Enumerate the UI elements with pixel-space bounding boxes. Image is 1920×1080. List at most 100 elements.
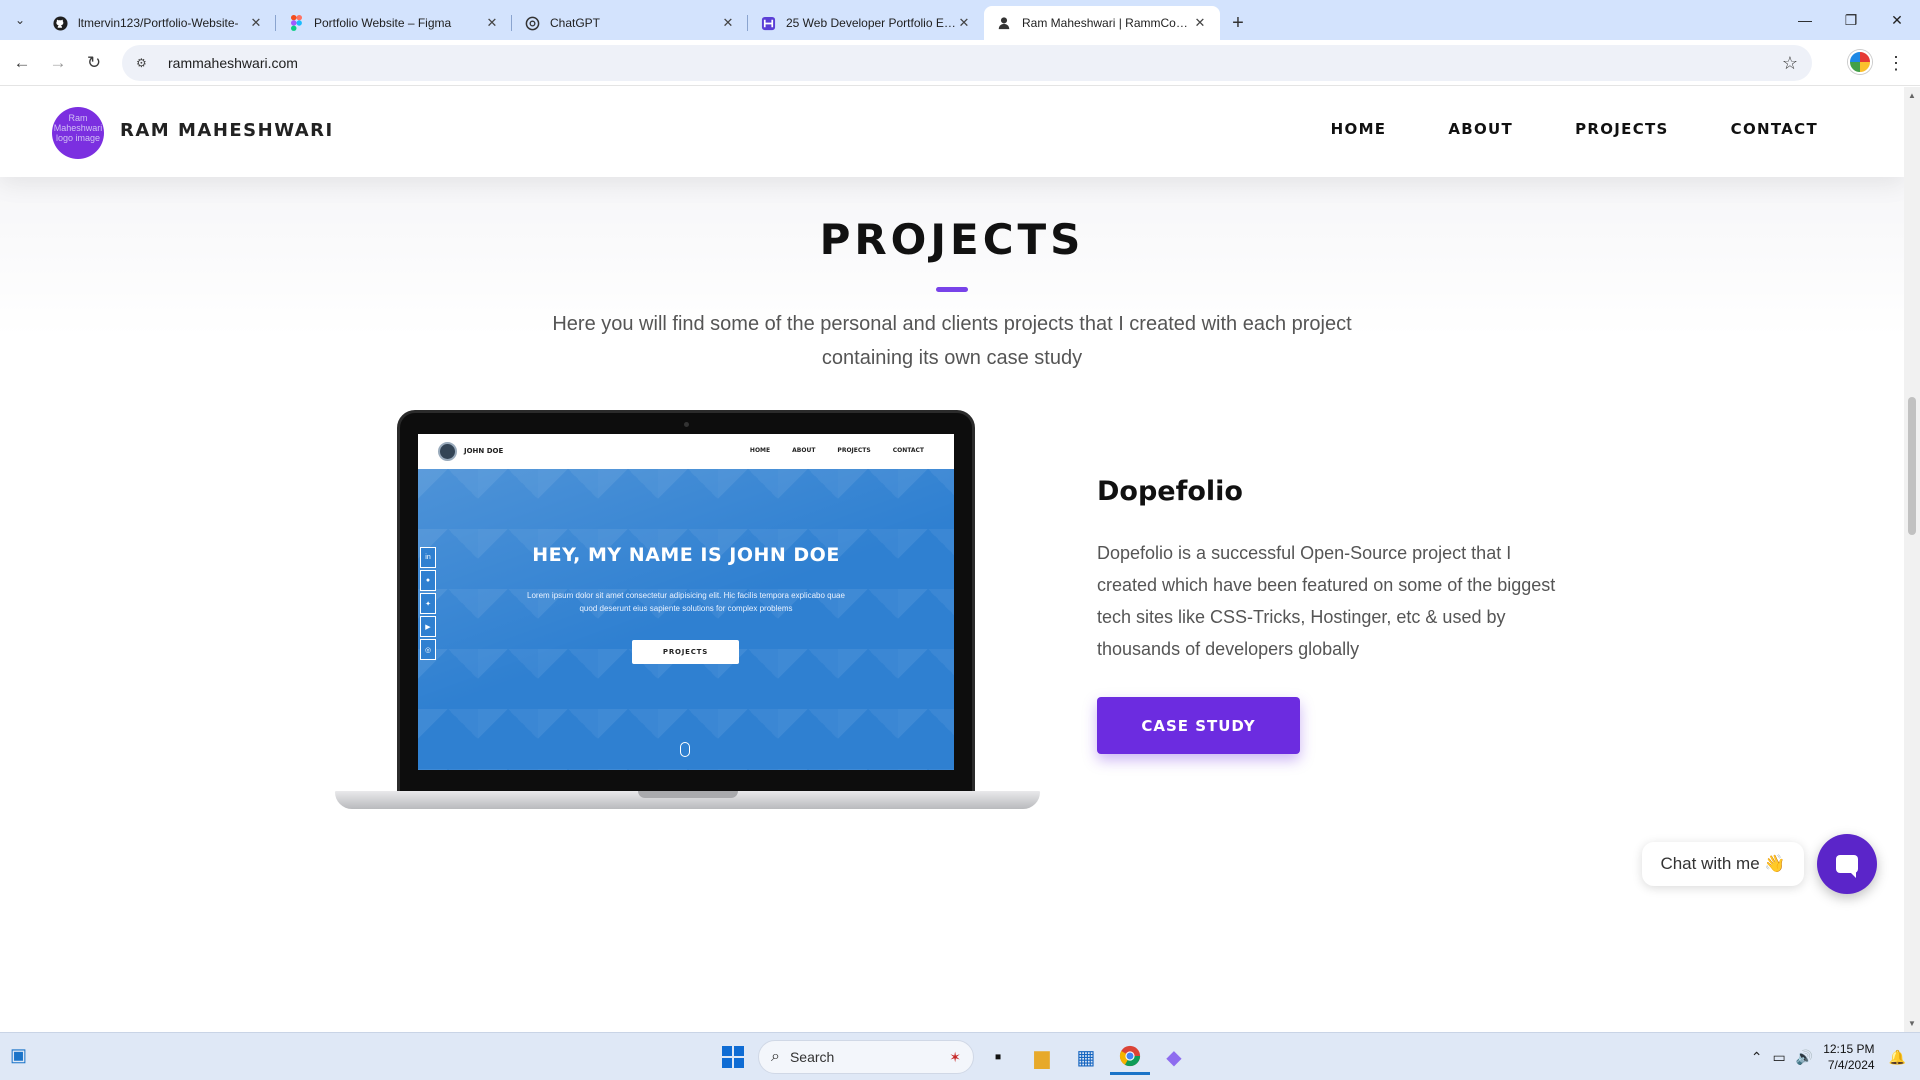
browser-tab-bar: ⌄ ltmervin123/Portfolio-Website- ✕ Portf… [0,0,1920,40]
mockup-name: JOHN DOE [464,447,504,455]
forward-arrow-icon[interactable]: → [40,45,76,81]
mockup-header: JOHN DOE HOME ABOUT PROJECTS CONTACT [418,434,954,469]
case-study-button[interactable]: CASE STUDY [1097,697,1300,754]
github-icon: ● [420,570,436,591]
laptop-notch [638,791,738,798]
browser-tab-portfolio-examples[interactable]: 25 Web Developer Portfolio Exa ✕ [748,6,984,40]
site-header: Ram Maheshwari logo image RAM MAHESHWARI… [0,87,1904,177]
widgets-icon[interactable]: ▣ [10,1045,34,1069]
windows-start-icon[interactable] [722,1046,744,1068]
scroll-up-arrow-icon[interactable]: ▲ [1908,91,1916,100]
taskbar-search[interactable]: ⌕ Search ✶ [758,1040,974,1074]
search-icon: ⌕ [771,1048,780,1065]
mockup-nav-item: ABOUT [792,447,816,454]
url-text[interactable]: rammaheshwari.com [168,55,1782,71]
system-tray: ⌃ ▭ 🔊 12:15 PM 7/4/2024 🔔 [1751,1033,1920,1080]
close-icon[interactable]: ✕ [956,15,972,31]
mockup-hero-title: HEY, MY NAME IS JOHN DOE [532,544,840,566]
browser-tab-github[interactable]: ltmervin123/Portfolio-Website- ✕ [40,6,276,40]
address-bar[interactable]: ⚙ rammaheshwari.com ☆ [122,45,1812,81]
nav-projects[interactable]: PROJECTS [1575,120,1669,138]
profile-avatar-icon[interactable] [1848,50,1872,74]
reload-icon[interactable]: ↻ [76,45,112,81]
back-arrow-icon[interactable]: ← [4,45,40,81]
mockup-projects-button: PROJECTS [632,640,739,664]
app-diamond-icon[interactable]: ◆ [1154,1039,1194,1075]
tab-title: ChatGPT [550,16,601,30]
tab-title: ltmervin123/Portfolio-Website- [78,16,239,30]
figma-icon [288,15,304,31]
twitter-icon: ✦ [420,593,436,614]
page-scrollbar[interactable]: ▲ ▼ [1904,87,1920,1032]
window-controls: — ❐ ✕ [1782,0,1920,40]
section-title-underline [936,287,968,292]
mouse-scroll-icon [680,742,690,757]
chatgpt-icon [524,15,540,31]
chat-with-me-bubble[interactable]: Chat with me 👋 [1642,842,1804,886]
github-icon [52,15,68,31]
file-explorer-icon[interactable]: ▆ [1022,1039,1062,1075]
tab-title: 25 Web Developer Portfolio Exa [786,16,956,30]
project-title: Dopefolio [1097,476,1243,507]
network-icon[interactable]: ▭ [1773,1049,1786,1066]
youtube-icon: ▶ [420,616,436,637]
clock[interactable]: 12:15 PM 7/4/2024 [1823,1041,1874,1073]
browser-toolbar: ← → ↻ ⚙ rammaheshwari.com ☆ ⋮ [0,40,1920,86]
mockup-nav-item: PROJECTS [837,447,871,454]
avatar-icon [996,15,1012,31]
minimize-icon[interactable]: — [1782,0,1828,40]
close-icon[interactable]: ✕ [1192,15,1208,31]
logo-image[interactable]: Ram Maheshwari logo image [52,107,104,159]
browser-tab-figma[interactable]: Portfolio Website – Figma ✕ [276,6,512,40]
browser-tab-chatgpt[interactable]: ChatGPT ✕ [512,6,748,40]
mockup-nav-item: CONTACT [892,447,924,454]
mockup-avatar [438,442,457,461]
mockup-nav: HOME ABOUT PROJECTS CONTACT [728,447,924,454]
section-subtitle: Here you will find some of the personal … [552,313,1352,369]
browser-tab-active[interactable]: Ram Maheshwari | RammCodes ✕ [984,6,1220,40]
site-settings-icon[interactable]: ⚙ [136,56,154,70]
scrollbar-thumb[interactable] [1908,397,1916,535]
notification-bell-icon[interactable]: 🔔 [1889,1049,1906,1066]
search-highlight-icon: ✶ [949,1048,961,1065]
web-page: Ram Maheshwari logo image RAM MAHESHWARI… [0,87,1904,1032]
more-menu-icon[interactable]: ⋮ [1886,48,1906,78]
mockup-nav-item: HOME [749,447,771,454]
screen-pattern [418,469,954,770]
instagram-icon: ◎ [420,639,436,660]
volume-icon[interactable]: 🔊 [1796,1049,1813,1066]
mockup-hero-text: Lorem ipsum dolor sit amet consectetur a… [527,591,845,613]
tab-title: Ram Maheshwari | RammCodes [1022,16,1192,30]
bookmark-star-icon[interactable]: ☆ [1782,53,1798,74]
section-title: PROJECTS [819,215,1085,264]
microsoft-store-icon[interactable]: ▦ [1066,1039,1106,1075]
nav-about[interactable]: ABOUT [1448,120,1513,138]
task-view-icon[interactable]: ▪ [978,1039,1018,1075]
project-description: Dopefolio is a successful Open-Source pr… [1097,543,1556,659]
laptop-camera [684,422,689,427]
taskbar-apps: ⌕ Search ✶ ▪ ▆ ▦ ◆ [722,1039,1194,1075]
nav-home[interactable]: HOME [1331,120,1387,138]
restore-icon[interactable]: ❐ [1828,0,1874,40]
close-icon[interactable]: ✕ [720,15,736,31]
logo-text[interactable]: RAM MAHESHWARI [120,120,334,141]
chat-launcher-button[interactable] [1817,834,1877,894]
tab-search-chevron-icon[interactable]: ⌄ [0,0,40,40]
scroll-down-arrow-icon[interactable]: ▼ [1908,1019,1916,1028]
chrome-icon[interactable] [1110,1039,1150,1075]
chat-icon [1836,855,1858,878]
nav-contact[interactable]: CONTACT [1731,120,1818,138]
close-icon[interactable]: ✕ [484,15,500,31]
windows-taskbar: ▣ ⌕ Search ✶ ▪ ▆ ▦ ◆ ⌃ ▭ 🔊 12:15 PM 7/4/… [0,1032,1920,1080]
portfolio-icon [760,15,776,31]
search-label: Search [789,1049,835,1065]
tab-title: Portfolio Website – Figma [314,16,452,30]
new-tab-plus-icon[interactable]: + [1220,6,1256,40]
chevron-up-icon[interactable]: ⌃ [1751,1049,1763,1066]
logo-alt-text: Ram Maheshwari logo image [53,113,103,143]
laptop-lid: JOHN DOE HOME ABOUT PROJECTS CONTACT in … [397,410,975,794]
close-icon[interactable]: ✕ [248,15,264,31]
laptop-mockup-image: JOHN DOE HOME ABOUT PROJECTS CONTACT in … [335,410,1040,815]
close-window-icon[interactable]: ✕ [1874,0,1920,40]
clock-date: 7/4/2024 [1827,1058,1875,1072]
